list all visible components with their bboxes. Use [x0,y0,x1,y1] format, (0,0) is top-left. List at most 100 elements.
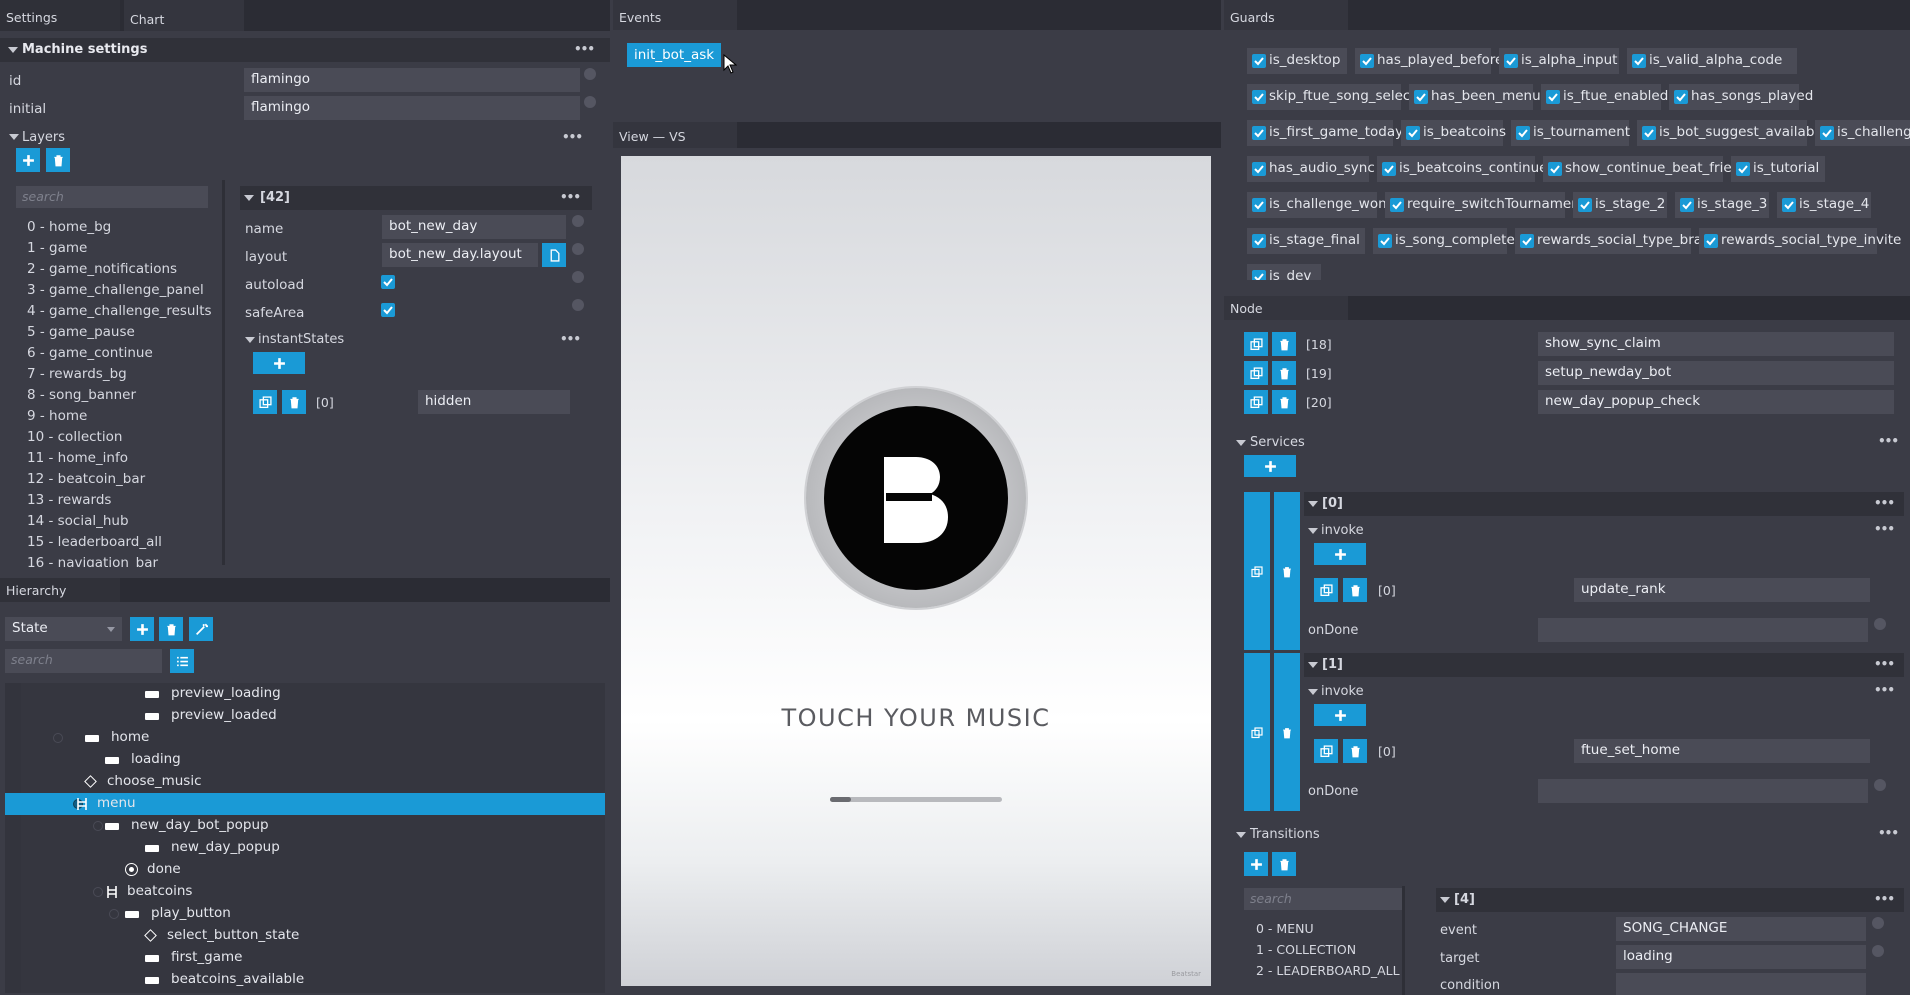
more-icon[interactable]: ••• [1874,683,1895,697]
hierarchy-search-input[interactable]: search [5,649,162,673]
guard-item[interactable]: has_played_before [1355,48,1503,74]
guard-checkbox[interactable] [1252,198,1266,212]
guard-item[interactable]: has_songs_played [1669,84,1813,110]
layer-item[interactable]: 5 - game_pause [27,322,217,343]
tree-node[interactable]: choose_music [5,771,605,793]
guard-item[interactable]: has_been_menu [1409,84,1541,110]
tree-node[interactable]: home [5,727,605,749]
guard-item[interactable]: is_valid_alpha_code [1627,48,1797,74]
guard-item[interactable]: is_alpha_input [1499,48,1619,74]
guard-checkbox[interactable] [1252,126,1266,140]
expander-icon[interactable] [93,887,103,897]
duplicate-button[interactable] [1314,578,1338,602]
duplicate-button[interactable] [1244,332,1268,356]
add-invoke-button[interactable] [1314,543,1366,565]
layer-item[interactable]: 4 - game_challenge_results [27,301,217,322]
layer-name-field[interactable]: bot_new_day [382,215,566,239]
guard-item[interactable]: rewards_social_type_invite [1699,228,1901,254]
entry-field[interactable]: show_sync_claim [1538,332,1894,356]
delete-button[interactable] [1272,332,1296,356]
duplicate-button[interactable] [1314,739,1338,763]
guard-item[interactable]: is_desktop [1247,48,1347,74]
add-node-button[interactable] [130,617,154,641]
layer-item[interactable]: 7 - rewards_bg [27,364,217,385]
transitions-header[interactable]: Transitions ••• [1224,826,1910,844]
id-field[interactable]: flamingo [244,68,580,92]
instant-states-header[interactable]: instantStates ••• [240,331,592,349]
help-icon[interactable] [1872,917,1884,929]
machine-settings-header[interactable]: Machine settings ••• [0,38,610,62]
browse-file-button[interactable] [542,243,566,267]
guard-item[interactable]: is_stage_2 [1573,192,1667,218]
layer-item[interactable]: 6 - game_continue [27,343,217,364]
tree-node[interactable]: new_day_popup [5,837,605,859]
guard-checkbox[interactable] [1704,234,1718,248]
guard-checkbox[interactable] [1414,90,1428,104]
guard-checkbox[interactable] [1406,126,1420,140]
tab-chart[interactable]: Chart [124,0,244,31]
layer-item[interactable]: 14 - social_hub [27,511,217,532]
more-icon[interactable]: ••• [560,190,581,204]
target-field[interactable]: loading [1616,945,1866,969]
more-icon[interactable]: ••• [1878,826,1899,840]
invoke-header[interactable]: invoke ••• [1304,522,1904,540]
guard-checkbox[interactable] [1820,126,1834,140]
more-icon[interactable]: ••• [1874,892,1895,906]
guard-item[interactable]: is_bot_suggest_available [1637,120,1826,146]
tree-node[interactable]: beatcoins_available [5,969,605,991]
layer-item[interactable]: 9 - home [27,406,217,427]
tree-node[interactable]: preview_loaded [5,705,605,727]
condition-field[interactable] [1616,973,1866,995]
guard-item[interactable]: is_stage_3 [1675,192,1769,218]
layer-item[interactable]: 11 - home_info [27,448,217,469]
guard-item[interactable]: is_beatcoins [1401,120,1506,146]
event-field[interactable]: SONG_CHANGE [1616,917,1866,941]
delete-service-button[interactable] [1274,492,1300,650]
delete-button[interactable] [282,390,306,414]
autoload-checkbox[interactable] [381,275,395,289]
guard-item[interactable]: is_challenge_won [1247,192,1387,218]
duplicate-service-button[interactable] [1244,492,1270,650]
help-icon[interactable] [1874,618,1886,630]
ondone-field[interactable] [1538,779,1868,803]
guard-checkbox[interactable] [1548,162,1562,176]
delete-transition-button[interactable] [1272,852,1296,876]
layer-item[interactable]: 15 - leaderboard_all [27,532,217,553]
expander-icon[interactable] [93,821,103,831]
guard-checkbox[interactable] [1252,90,1266,104]
layer-item[interactable]: 3 - game_challenge_panel [27,280,217,301]
transition-item[interactable]: 2 - LEADERBOARD_ALL [1256,960,1426,981]
guard-item[interactable]: is_tutorial [1731,156,1825,182]
initial-field[interactable]: flamingo [244,96,580,120]
layer-item[interactable]: 12 - beatcoin_bar [27,469,217,490]
guard-item[interactable]: is_first_game_today [1247,120,1403,146]
invoke-field[interactable]: ftue_set_home [1574,739,1870,763]
more-icon[interactable]: ••• [1874,496,1895,510]
guard-checkbox[interactable] [1632,54,1646,68]
help-icon[interactable] [584,68,596,80]
guard-item[interactable]: is_stage_4 [1777,192,1871,218]
entry-field[interactable]: new_day_popup_check [1538,390,1894,414]
guard-checkbox[interactable] [1546,90,1560,104]
add-layer-button[interactable] [16,148,40,172]
guard-checkbox[interactable] [1680,198,1694,212]
event-chip[interactable]: init_bot_ask [627,43,722,67]
layout-field[interactable]: bot_new_day.layout [382,243,538,267]
layers-scrollbar[interactable] [222,180,225,565]
guard-item[interactable]: is_dev [1247,264,1321,280]
duplicate-button[interactable] [1244,390,1268,414]
tab-settings[interactable]: Settings [0,0,120,31]
help-icon[interactable] [572,299,584,311]
guard-checkbox[interactable] [1382,162,1396,176]
layer-item[interactable]: 8 - song_banner [27,385,217,406]
instant-state-field[interactable]: hidden [418,390,570,414]
layer-item[interactable]: 1 - game [27,238,217,259]
guard-item[interactable]: rewards_social_type_brag [1515,228,1711,254]
help-icon[interactable] [1872,945,1884,957]
layer-item[interactable]: 10 - collection [27,427,217,448]
guard-checkbox[interactable] [1516,126,1530,140]
safearea-checkbox[interactable] [381,303,395,317]
list-view-button[interactable] [170,649,194,673]
guard-checkbox[interactable] [1504,54,1518,68]
transition-item[interactable]: 0 - MENU [1256,918,1426,939]
